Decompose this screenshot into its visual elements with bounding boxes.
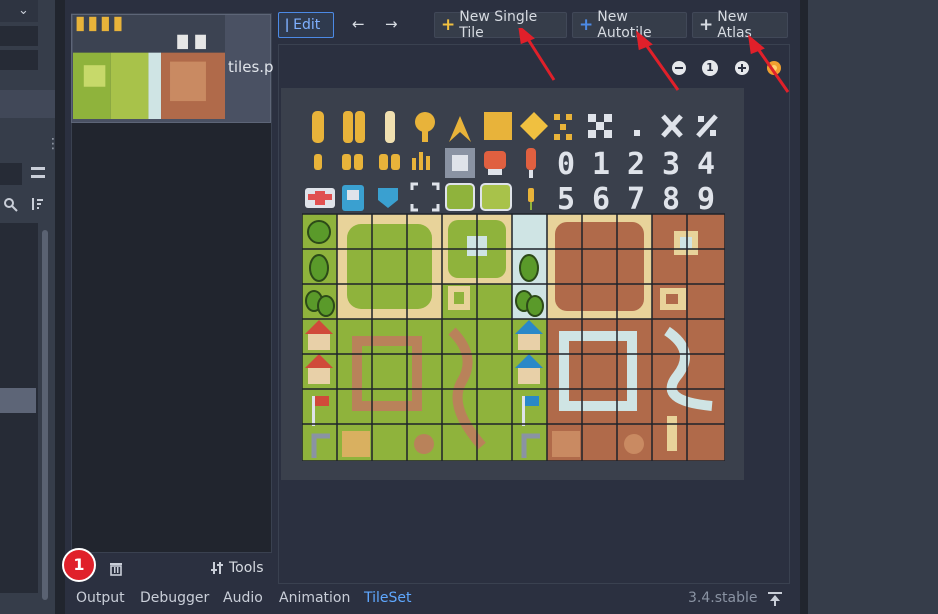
expand-panel-icon[interactable] (767, 591, 783, 607)
version-label: 3.4.stable (688, 590, 758, 606)
dock-separator[interactable] (55, 0, 65, 614)
dock-tree-selected[interactable] (0, 388, 36, 413)
digit-label: 5 (557, 182, 575, 217)
tools-menu[interactable]: Tools (229, 560, 264, 576)
dock-input[interactable] (0, 163, 22, 185)
tab-debugger[interactable]: Debugger (140, 590, 209, 606)
arrow-left-icon[interactable]: ← (352, 15, 365, 33)
dock-row-selected[interactable] (0, 90, 55, 118)
digit-label: 8 (662, 182, 680, 217)
chevron-down-icon[interactable]: ⌄ (18, 3, 29, 18)
tab-audio[interactable]: Audio (223, 590, 263, 606)
tile-icons-row1 (312, 111, 718, 143)
digit-label: 0 (557, 147, 575, 182)
digit-label: 1 (592, 147, 610, 182)
dock-separator[interactable] (800, 0, 808, 614)
digit-label: 2 (627, 147, 645, 182)
tab-animation[interactable]: Animation (279, 590, 350, 606)
digit-label: 3 (662, 147, 680, 182)
tab-output[interactable]: Output (76, 590, 125, 606)
edit-button[interactable]: ǀ Edit (278, 12, 334, 38)
tile-list-item-name: tiles.p (228, 58, 274, 76)
digit-label: 9 (697, 182, 715, 217)
tile-digits: 0 1 2 3 4 5 6 7 8 9 (557, 147, 715, 217)
edit-button-label: Edit (293, 17, 321, 33)
digit-label: 4 (697, 147, 715, 182)
annotation-arrows (518, 28, 790, 93)
tile-icons-row3 (305, 182, 534, 212)
tile-icons-row2 (314, 148, 536, 178)
plus-icon: + (441, 15, 456, 35)
trash-icon[interactable] (108, 560, 124, 576)
digit-label: 6 (592, 182, 610, 217)
tools-icon (211, 560, 225, 576)
tile-thumbnail (73, 15, 225, 119)
list-view-icon[interactable] (30, 165, 46, 181)
scrollbar[interactable] (42, 230, 48, 600)
sort-icon[interactable] (29, 196, 45, 212)
search-icon[interactable] (3, 197, 19, 213)
arrow-right-icon[interactable]: → (385, 15, 398, 33)
dock-row[interactable] (0, 50, 38, 70)
right-dock (808, 0, 938, 614)
tab-tileset[interactable]: TileSet (364, 590, 412, 606)
dock-row[interactable] (0, 26, 38, 46)
tileset-texture[interactable]: 0 1 2 3 4 5 6 7 8 9 (302, 106, 725, 461)
edit-icon: ǀ (285, 17, 290, 33)
digit-label: 7 (627, 182, 645, 217)
step-badge: 1 (62, 548, 96, 582)
